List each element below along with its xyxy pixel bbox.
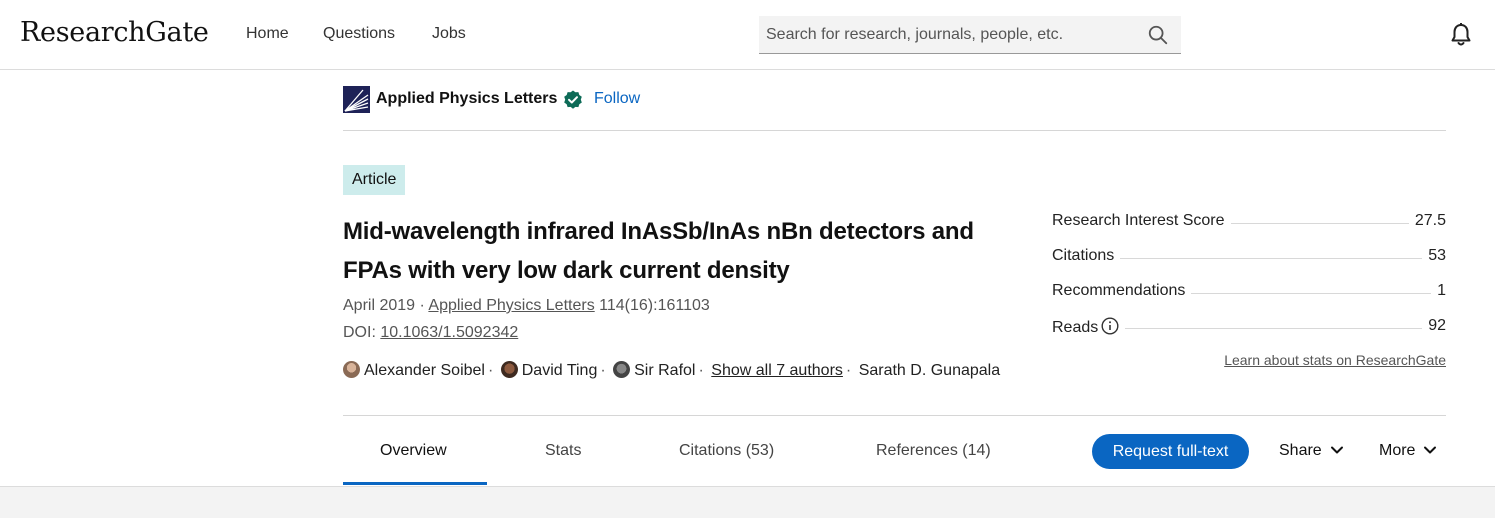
separator: ·: [600, 362, 606, 379]
publication-info: April 2019 · Applied Physics Letters 114…: [343, 297, 710, 315]
stat-value: 53: [1422, 247, 1446, 265]
separator: ·: [845, 362, 852, 379]
search-box: [759, 16, 1181, 54]
journal-logo[interactable]: [343, 86, 370, 113]
author-name[interactable]: Alexander Soibel: [364, 362, 485, 379]
show-all-authors-link[interactable]: Show all 7 authors: [711, 362, 843, 379]
researchgate-logo[interactable]: ResearchGate: [20, 17, 209, 48]
stat-citations: Citations 53: [1052, 247, 1446, 269]
author-avatar[interactable]: [343, 361, 360, 378]
notifications-bell-icon[interactable]: [1449, 22, 1473, 48]
tab-references[interactable]: References (14): [876, 442, 991, 460]
doi-label: DOI:: [343, 324, 376, 341]
stat-label: Reads: [1052, 319, 1099, 336]
tab-stats[interactable]: Stats: [545, 442, 581, 460]
chevron-down-icon: [1330, 446, 1343, 454]
article-type-badge: Article: [343, 165, 406, 195]
nav-jobs[interactable]: Jobs: [432, 25, 466, 43]
top-navigation-bar: ResearchGate Home Questions Jobs: [0, 0, 1495, 70]
stat-label-wrap: Reads: [1052, 317, 1126, 337]
separator: ·: [698, 362, 704, 379]
author-name[interactable]: David Ting: [522, 362, 598, 379]
active-tab-indicator: [343, 482, 487, 485]
doi-info: DOI: 10.1063/1.5092342: [343, 324, 518, 342]
stat-label: Citations: [1052, 247, 1121, 265]
separator: ·: [487, 362, 494, 379]
learn-about-stats-link[interactable]: Learn about stats on ResearchGate: [1224, 352, 1446, 368]
stat-label: Recommendations: [1052, 282, 1192, 300]
stat-label: Research Interest Score: [1052, 212, 1231, 230]
journal-logo-icon: [343, 86, 370, 113]
stat-reads: Reads 92: [1052, 317, 1446, 339]
follow-journal-link[interactable]: Follow: [594, 90, 640, 108]
stat-value: 1: [1431, 282, 1446, 300]
journal-name[interactable]: Applied Physics Letters: [376, 90, 557, 108]
stat-value: 27.5: [1408, 212, 1446, 230]
nav-questions[interactable]: Questions: [323, 25, 395, 43]
stat-value: 92: [1422, 317, 1446, 335]
more-button[interactable]: More: [1379, 442, 1437, 460]
author-name[interactable]: Sir Rafol: [634, 362, 695, 379]
more-label: More: [1379, 442, 1416, 459]
share-button[interactable]: Share: [1279, 442, 1344, 460]
journal-link[interactable]: Applied Physics Letters: [428, 297, 594, 314]
stat-research-interest: Research Interest Score 27.5: [1052, 212, 1446, 234]
divider: [343, 415, 1446, 416]
tab-citations[interactable]: Citations (53): [679, 442, 774, 460]
author-avatar[interactable]: [613, 361, 631, 378]
author-name[interactable]: Sarath D. Gunapala: [859, 362, 1000, 379]
stat-recommendations: Recommendations 1: [1052, 282, 1446, 304]
divider: [343, 130, 1446, 131]
search-icon[interactable]: [1147, 24, 1169, 46]
author-list: Alexander Soibel · David Ting · Sir Rafol ·…: [343, 361, 1000, 380]
tab-overview[interactable]: Overview: [380, 442, 447, 460]
share-label: Share: [1279, 442, 1322, 459]
volume-issue: 114(16):161103: [599, 297, 710, 314]
article-title: Mid-wavelength infrared InAsSb/InAs nBn …: [343, 218, 974, 284]
verified-badge-icon: [564, 90, 582, 109]
publication-date: April 2019: [343, 297, 416, 314]
doi-link[interactable]: 10.1063/1.5092342: [380, 324, 518, 341]
request-full-text-button[interactable]: Request full-text: [1092, 434, 1249, 469]
author-avatar[interactable]: [500, 361, 518, 378]
chevron-down-icon: [1424, 446, 1437, 454]
info-icon[interactable]: [1101, 317, 1119, 335]
nav-home[interactable]: Home: [246, 25, 289, 43]
content-background: [0, 486, 1495, 518]
search-input[interactable]: [759, 16, 1139, 53]
